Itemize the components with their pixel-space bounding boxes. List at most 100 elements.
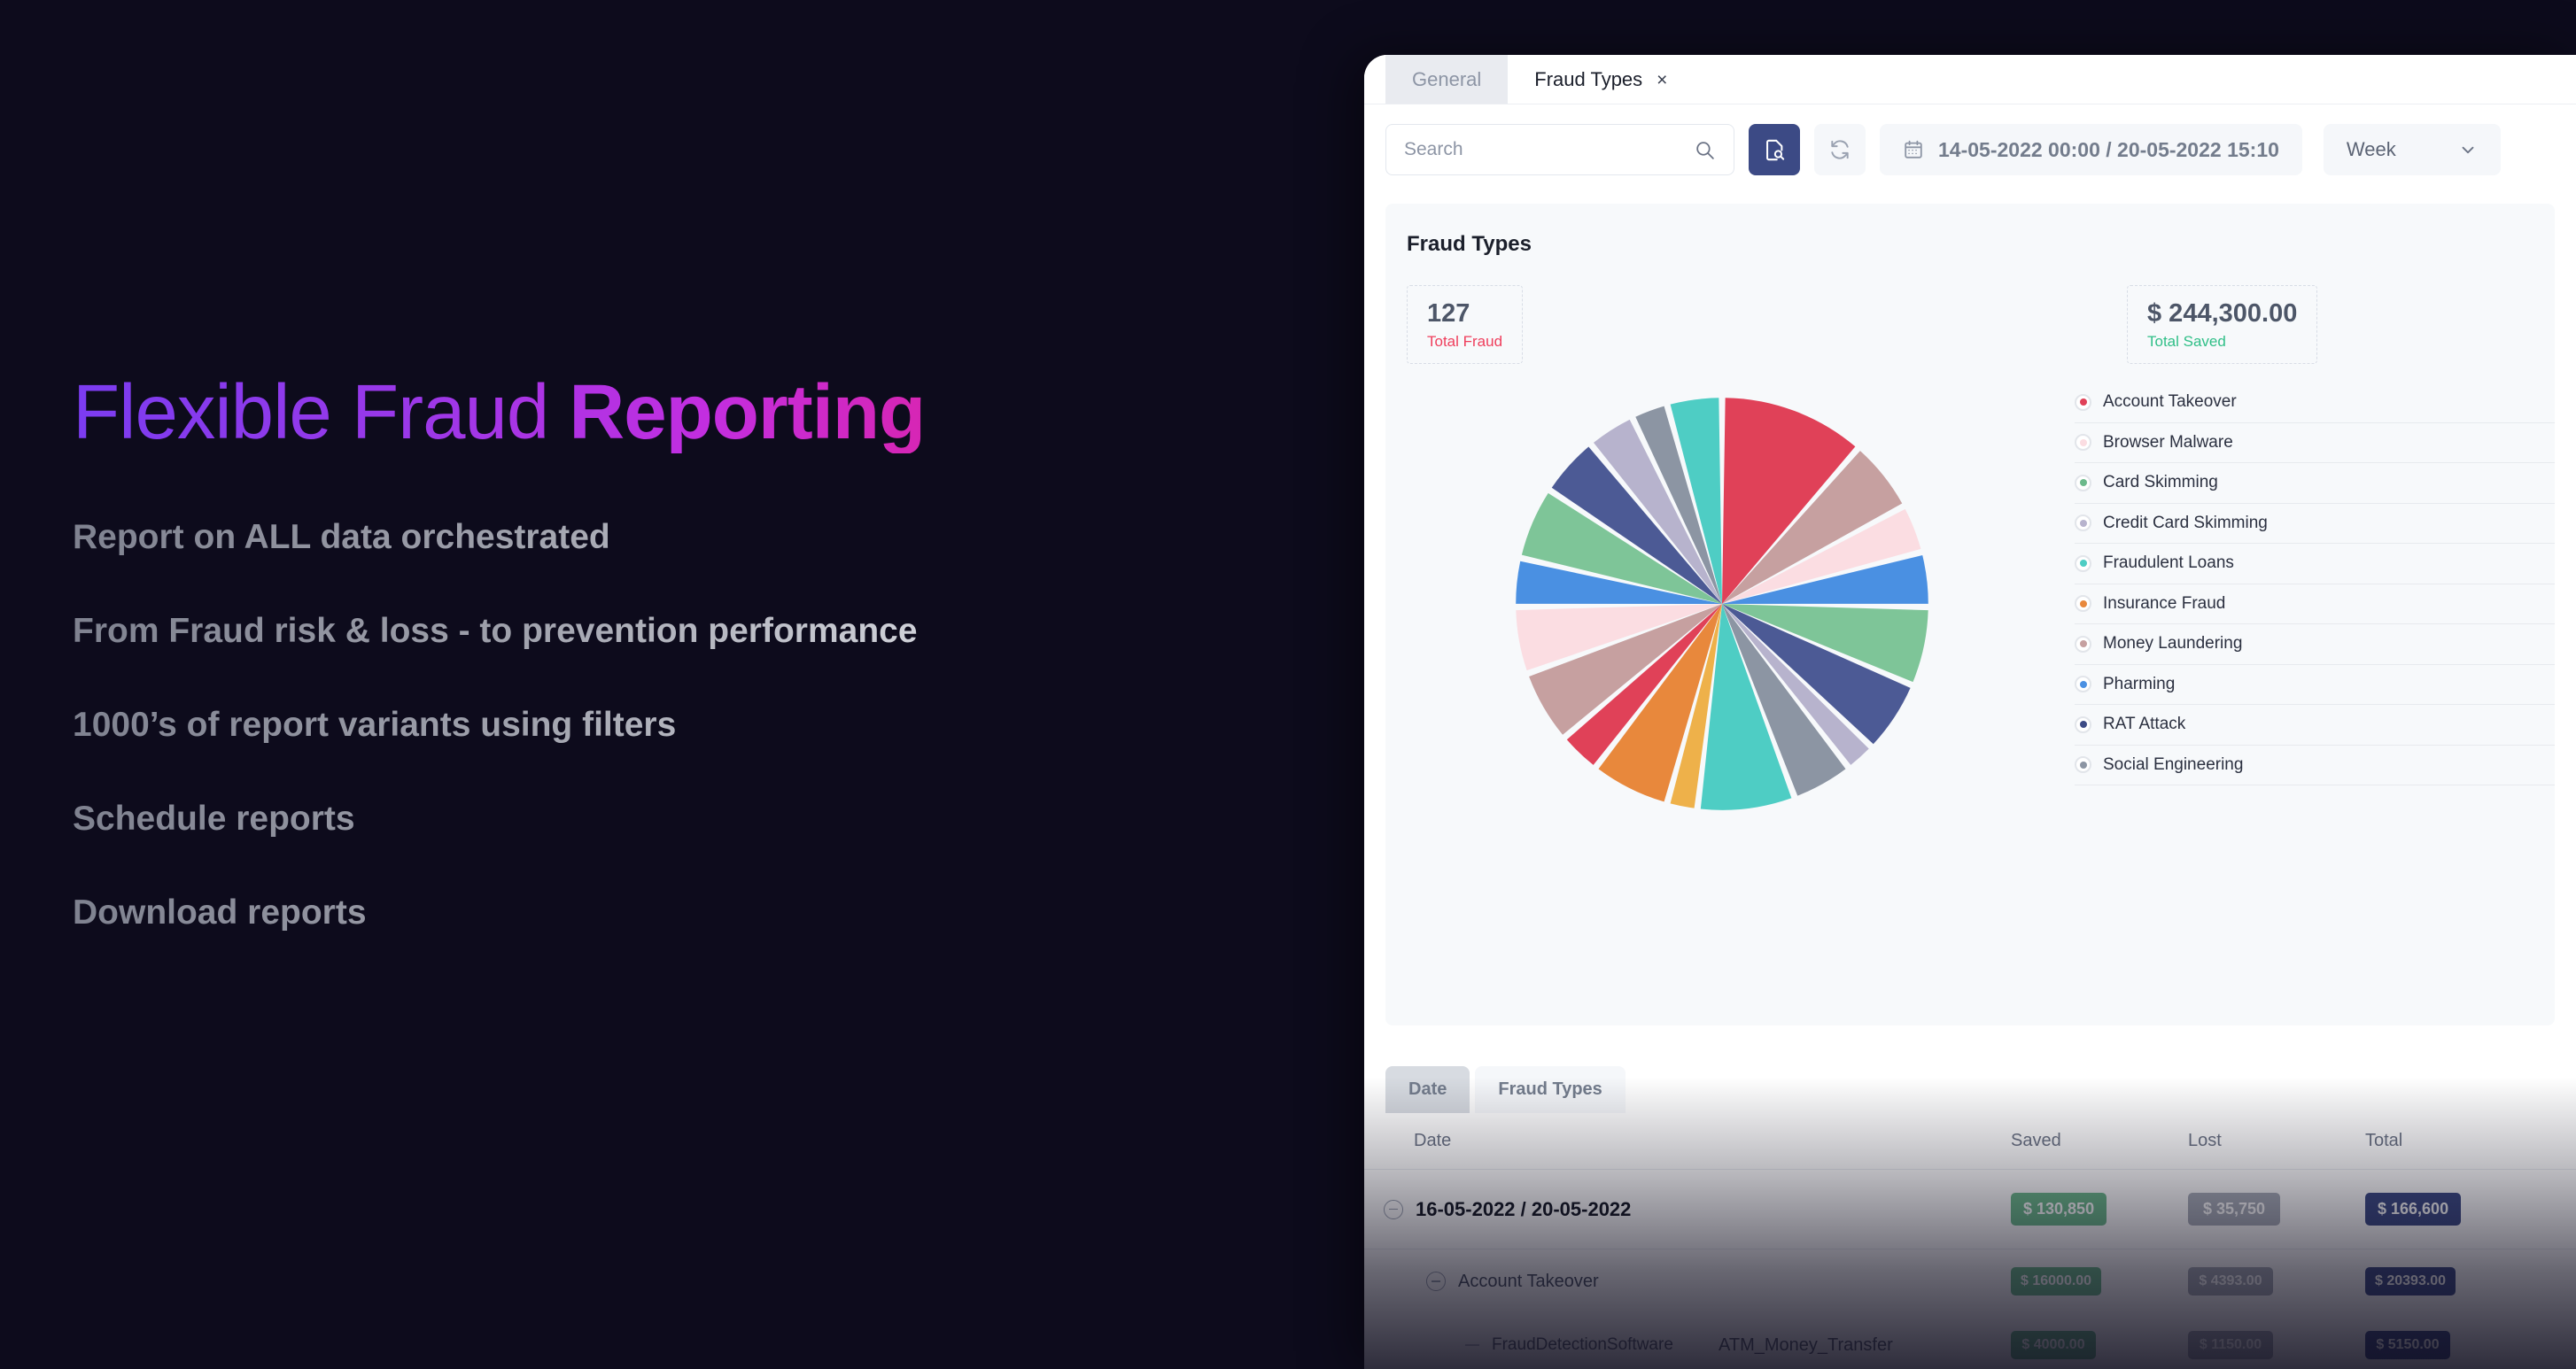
kpi-row: 127 Total Fraud $ 244,300.00 Total Saved xyxy=(1385,285,2555,374)
date-range-value: 14-05-2022 00:00 / 20-05-2022 15:10 xyxy=(1938,137,2279,161)
row-label-cell: 16-05-2022 / 20-05-2022 xyxy=(1364,1198,1719,1221)
hero-bullet: Report on ALL data orchestrated xyxy=(73,518,1295,557)
table-header-row: Date Saved Lost Total xyxy=(1364,1113,2576,1170)
lost-badge: $ 35,750 xyxy=(2188,1193,2280,1226)
date-range-picker[interactable]: 14-05-2022 00:00 / 20-05-2022 15:10 xyxy=(1880,124,2302,175)
tab-bar: General Fraud Types × xyxy=(1364,55,2576,104)
legend-item[interactable]: Fraudulent Loans xyxy=(2075,544,2555,584)
chart-legend: Account Takeover Browser Malware Card Skim… xyxy=(2059,383,2555,878)
lost-badge: $ 1150.00 xyxy=(2188,1331,2273,1359)
headline-bold: Reporting xyxy=(569,369,926,455)
row-saved-cell: $ 16000.00 xyxy=(2011,1249,2188,1314)
column-header-date[interactable]: Date xyxy=(1364,1113,1719,1170)
table-row[interactable]: 16-05-2022 / 20-05-2022 $ 130,850 $ 35,750… xyxy=(1364,1169,2576,1249)
headline-light: Flexible Fraud xyxy=(73,369,570,455)
kpi-value: $ 244,300.00 xyxy=(2147,299,2298,328)
tree-branch-line xyxy=(1465,1344,1479,1346)
row-label: Account Takeover xyxy=(1458,1271,1599,1291)
collapse-icon[interactable] xyxy=(1426,1272,1446,1291)
report-table: Date Saved Lost Total 16-05-2022 / 20-05… xyxy=(1364,1113,2576,1369)
row-label: 16-05-2022 / 20-05-2022 xyxy=(1416,1197,1632,1220)
legend-label: RAT Attack xyxy=(2103,715,2186,734)
legend-color-dot xyxy=(2075,554,2091,572)
hero-bullet: From Fraud risk & loss - to prevention p… xyxy=(73,612,1295,651)
legend-color-dot xyxy=(2075,393,2091,411)
hero-bullet: Schedule reports xyxy=(73,800,1295,839)
chart-body: Account Takeover Browser Malware Card Skim… xyxy=(1385,383,2555,878)
refresh-button[interactable] xyxy=(1814,124,1866,175)
total-badge: $ 20393.00 xyxy=(2365,1267,2456,1296)
saved-badge: $ 4000.00 xyxy=(2011,1331,2096,1359)
row-saved-cell: $ 4000.00 xyxy=(2011,1313,2188,1369)
toolbar: 14-05-2022 00:00 / 20-05-2022 15:10 Week xyxy=(1364,104,2576,195)
hero-bullet: Download reports xyxy=(73,893,1295,932)
legend-color-dot xyxy=(2075,676,2091,693)
legend-item[interactable]: Card Skimming xyxy=(2075,463,2555,504)
legend-item[interactable]: Pharming xyxy=(2075,665,2555,705)
row-label-cell: Account Takeover xyxy=(1364,1272,1719,1292)
column-header-lost[interactable]: Lost xyxy=(2188,1113,2365,1170)
legend-label: Social Engineering xyxy=(2103,754,2244,774)
pie-chart-container xyxy=(1385,383,2059,878)
legend-item[interactable]: Account Takeover xyxy=(2075,383,2555,423)
search-field[interactable] xyxy=(1385,124,1734,175)
search-icon xyxy=(1696,141,1714,159)
grouping-tab-bar: Date Fraud Types xyxy=(1385,1066,2576,1113)
hero-bullet-list: Report on ALL data orchestrated From Fra… xyxy=(73,518,1295,932)
calendar-icon xyxy=(1905,140,1922,159)
legend-item[interactable]: Credit Card Skimming xyxy=(2075,504,2555,544)
period-select[interactable]: Week xyxy=(2323,124,2501,175)
collapse-icon[interactable] xyxy=(1384,1199,1403,1219)
row-lost-cell: $ 35,750 xyxy=(2188,1169,2365,1249)
group-tab-date[interactable]: Date xyxy=(1385,1066,1470,1113)
kpi-total-fraud: 127 Total Fraud xyxy=(1407,285,1524,364)
row-total-cell: $ 5150.00 xyxy=(2365,1313,2576,1369)
tab-label: Fraud Types xyxy=(1534,68,1643,90)
column-header-saved[interactable]: Saved xyxy=(2011,1113,2188,1170)
saved-badge: $ 16000.00 xyxy=(2011,1267,2102,1296)
row-total-cell: $ 166,600 xyxy=(2365,1169,2576,1249)
legend-item[interactable]: Browser Malware xyxy=(2075,423,2555,463)
close-icon[interactable]: × xyxy=(1657,71,1667,89)
legend-label: Money Laundering xyxy=(2103,634,2243,654)
legend-item[interactable]: RAT Attack xyxy=(2075,705,2555,746)
chevron-down-icon xyxy=(2462,146,2474,154)
legend-label: Card Skimming xyxy=(2103,473,2218,492)
tab-general[interactable]: General xyxy=(1385,55,1509,104)
search-input[interactable] xyxy=(1404,139,1694,160)
fraud-types-chart-card: Fraud Types 127 Total Fraud $ 244,300.00… xyxy=(1385,204,2555,1025)
legend-color-dot xyxy=(2075,474,2091,491)
report-preview-button[interactable] xyxy=(1749,124,1800,175)
page-title: Flexible Fraud Reporting xyxy=(73,372,1295,453)
legend-color-dot xyxy=(2075,756,2091,774)
tab-label: General xyxy=(1412,68,1482,90)
column-header-blank xyxy=(1719,1113,2011,1170)
legend-item[interactable]: Money Laundering xyxy=(2075,624,2555,665)
group-tab-label: Date xyxy=(1408,1079,1447,1099)
legend-color-dot xyxy=(2075,434,2091,452)
group-tab-label: Fraud Types xyxy=(1498,1079,1602,1099)
saved-badge: $ 130,850 xyxy=(2011,1193,2107,1226)
group-tab-fraud-types[interactable]: Fraud Types xyxy=(1475,1066,1626,1113)
row-extra-cell xyxy=(1719,1249,2011,1314)
legend-item[interactable]: Insurance Fraud xyxy=(2075,584,2555,624)
legend-label: Credit Card Skimming xyxy=(2103,513,2268,532)
legend-color-dot xyxy=(2075,514,2091,532)
tab-fraud-types[interactable]: Fraud Types × xyxy=(1508,55,1695,104)
hero-bullet: 1000’s of report variants using filters xyxy=(73,706,1295,745)
table-row[interactable]: FraudDetectionSoftware ATM_Money_Transfer… xyxy=(1364,1313,2576,1369)
legend-label: Insurance Fraud xyxy=(2103,593,2226,613)
period-select-value: Week xyxy=(2346,138,2396,160)
total-badge: $ 5150.00 xyxy=(2365,1331,2450,1359)
row-label: FraudDetectionSoftware xyxy=(1492,1335,1673,1354)
row-lost-cell: $ 1150.00 xyxy=(2188,1313,2365,1369)
table-row[interactable]: Account Takeover $ 16000.00 $ 4393.00 $ 203… xyxy=(1364,1249,2576,1314)
legend-label: Fraudulent Loans xyxy=(2103,553,2234,573)
legend-item[interactable]: Social Engineering xyxy=(2075,746,2555,785)
row-extra-cell xyxy=(1719,1169,2011,1249)
chart-title: Fraud Types xyxy=(1407,232,1532,256)
pie-chart[interactable] xyxy=(1509,391,1935,816)
kpi-value: 127 xyxy=(1427,299,1470,328)
column-header-total[interactable]: Total xyxy=(2365,1113,2576,1170)
row-extra-cell: ATM_Money_Transfer xyxy=(1719,1334,1893,1355)
